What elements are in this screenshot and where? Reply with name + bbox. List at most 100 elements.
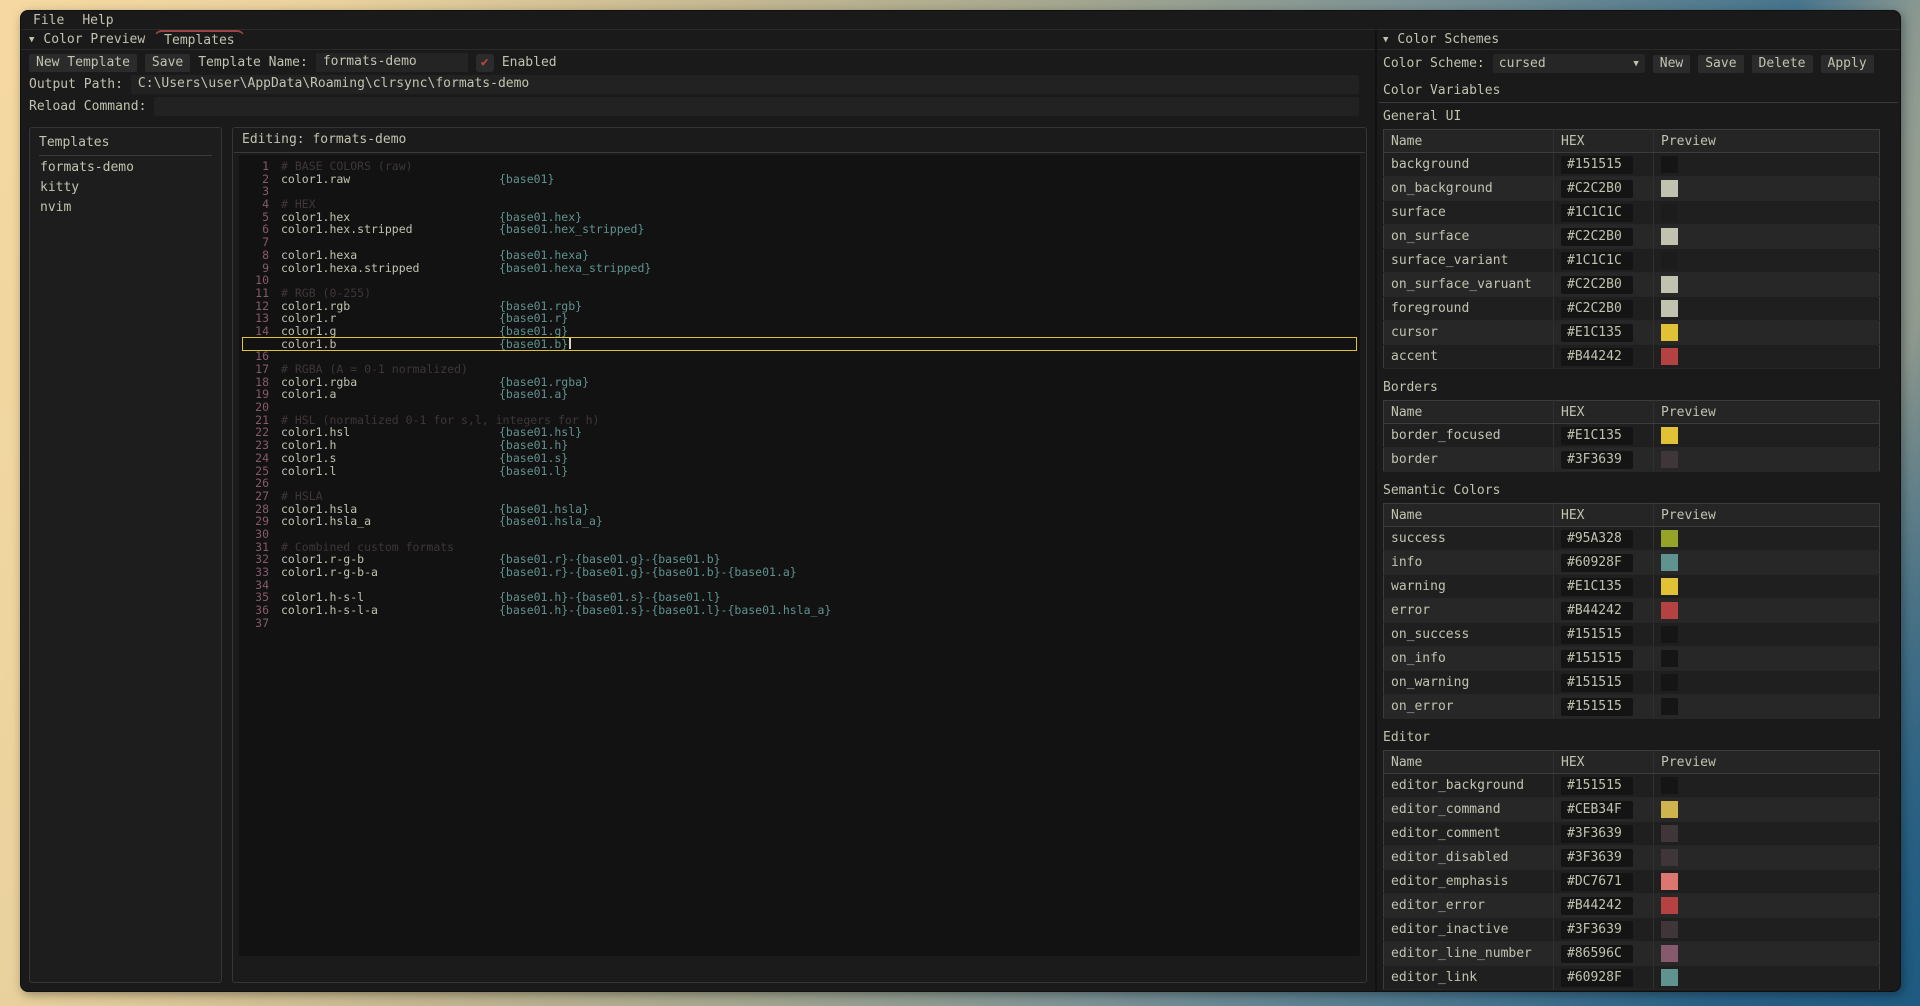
code-line[interactable]: 36color1.h-s-l-a{base01.h}-{base01.s}-{b… <box>243 604 1356 617</box>
hex-input[interactable]: #E1C135 <box>1561 324 1633 342</box>
code-line[interactable]: 9color1.hexa.stripped{base01.hexa_stripp… <box>243 262 1356 275</box>
hex-input[interactable]: #3F3639 <box>1561 451 1633 469</box>
color-swatch[interactable] <box>1661 849 1678 866</box>
code-line[interactable]: 24color1.s{base01.s} <box>243 452 1356 465</box>
hex-input[interactable]: #60928F <box>1561 554 1633 572</box>
reload-command-input[interactable] <box>154 97 1359 116</box>
code-line[interactable]: 4# HEX <box>243 198 1356 211</box>
hex-input[interactable]: #1C1C1C <box>1561 252 1633 270</box>
enabled-checkbox[interactable]: ✔ <box>476 54 494 72</box>
color-swatch[interactable] <box>1661 228 1678 245</box>
color-swatch[interactable] <box>1661 897 1678 914</box>
code-line[interactable]: 33color1.r-g-b-a{base01.r}-{base01.g}-{b… <box>243 566 1356 579</box>
new-template-button[interactable]: New Template <box>29 54 137 72</box>
code-line[interactable]: 3 <box>243 185 1356 198</box>
code-line[interactable]: 26 <box>243 477 1356 490</box>
code-line[interactable]: 17# RGBA (A = 0-1 normalized) <box>243 363 1356 376</box>
hex-input[interactable]: #E1C135 <box>1561 578 1633 596</box>
color-swatch[interactable] <box>1661 578 1678 595</box>
code-line[interactable]: 28color1.hsla{base01.hsla} <box>243 503 1356 516</box>
template-list-item[interactable]: kitty <box>39 176 212 196</box>
color-swatch[interactable] <box>1661 602 1678 619</box>
color-swatch[interactable] <box>1661 324 1678 341</box>
code-line[interactable]: 8color1.hexa{base01.hexa} <box>243 249 1356 262</box>
template-code-editor[interactable]: 1# BASE COLORS (raw)2color1.raw{base01}3… <box>239 155 1360 956</box>
hex-input[interactable]: #CEB34F <box>1561 801 1633 819</box>
color-swatch[interactable] <box>1661 276 1678 293</box>
code-line[interactable]: 10 <box>243 274 1356 287</box>
color-swatch[interactable] <box>1661 825 1678 842</box>
code-line[interactable]: 12color1.rgb{base01.rgb} <box>243 300 1356 313</box>
scheme-apply-button[interactable]: Apply <box>1821 55 1874 73</box>
menu-file[interactable]: File <box>33 13 64 28</box>
scheme-delete-button[interactable]: Delete <box>1752 55 1813 73</box>
color-swatch[interactable] <box>1661 698 1678 715</box>
code-line[interactable]: 19color1.a{base01.a} <box>243 388 1356 401</box>
color-swatch[interactable] <box>1661 674 1678 691</box>
color-swatch[interactable] <box>1661 554 1678 571</box>
scheme-new-button[interactable]: New <box>1653 55 1690 73</box>
code-line[interactable]: 32color1.r-g-b{base01.r}-{base01.g}-{bas… <box>243 553 1356 566</box>
color-swatch[interactable] <box>1661 348 1678 365</box>
color-swatch[interactable] <box>1661 204 1678 221</box>
code-line[interactable]: 1# BASE COLORS (raw) <box>243 160 1356 173</box>
code-line[interactable]: 30 <box>243 528 1356 541</box>
code-line[interactable]: 11# RGB (0-255) <box>243 287 1356 300</box>
hex-input[interactable]: #3F3639 <box>1561 849 1633 867</box>
hex-input[interactable]: #151515 <box>1561 650 1633 668</box>
template-name-input[interactable]: formats-demo <box>316 53 468 72</box>
code-line[interactable]: 31# Combined custom formats <box>243 541 1356 554</box>
code-line[interactable]: color1.b{base01.b} <box>243 338 1356 351</box>
color-swatch[interactable] <box>1661 427 1678 444</box>
color-swatch[interactable] <box>1661 300 1678 317</box>
save-template-button[interactable]: Save <box>145 54 190 72</box>
output-path-input[interactable]: C:\Users\user\AppData\Roaming\clrsync\fo… <box>131 75 1359 94</box>
hex-input[interactable]: #151515 <box>1561 156 1633 174</box>
code-line[interactable]: 14color1.g{base01.g} <box>243 325 1356 338</box>
code-line[interactable]: 29color1.hsla_a{base01.hsla_a} <box>243 515 1356 528</box>
hex-input[interactable]: #C2C2B0 <box>1561 300 1633 318</box>
hex-input[interactable]: #95A328 <box>1561 530 1633 548</box>
menu-help[interactable]: Help <box>82 13 113 28</box>
color-swatch[interactable] <box>1661 921 1678 938</box>
color-swatch[interactable] <box>1661 873 1678 890</box>
template-list-item[interactable]: nvim <box>39 196 212 216</box>
template-list-item[interactable]: formats-demo <box>39 156 212 176</box>
code-line[interactable]: 22color1.hsl{base01.hsl} <box>243 426 1356 439</box>
code-line[interactable]: 7 <box>243 236 1356 249</box>
code-line[interactable]: 37 <box>243 617 1356 630</box>
color-swatch[interactable] <box>1661 969 1678 986</box>
hex-input[interactable]: #86596C <box>1561 945 1633 963</box>
code-line[interactable]: 23color1.h{base01.h} <box>243 439 1356 452</box>
hex-input[interactable]: #60928F <box>1561 969 1633 987</box>
code-line[interactable]: 25color1.l{base01.l} <box>243 465 1356 478</box>
hex-input[interactable]: #B44242 <box>1561 897 1633 915</box>
color-swatch[interactable] <box>1661 650 1678 667</box>
hex-input[interactable]: #3F3639 <box>1561 921 1633 939</box>
color-swatch[interactable] <box>1661 801 1678 818</box>
code-line[interactable]: 34 <box>243 579 1356 592</box>
color-swatch[interactable] <box>1661 156 1678 173</box>
code-line[interactable]: 13color1.r{base01.r} <box>243 312 1356 325</box>
color-swatch[interactable] <box>1661 451 1678 468</box>
color-swatch[interactable] <box>1661 180 1678 197</box>
hex-input[interactable]: #1C1C1C <box>1561 204 1633 222</box>
code-line[interactable]: 20 <box>243 401 1356 414</box>
hex-input[interactable]: #E1C135 <box>1561 427 1633 445</box>
hex-input[interactable]: #151515 <box>1561 626 1633 644</box>
hex-input[interactable]: #C2C2B0 <box>1561 228 1633 246</box>
color-swatch[interactable] <box>1661 530 1678 547</box>
hex-input[interactable]: #B44242 <box>1561 602 1633 620</box>
code-line[interactable]: 2color1.raw{base01} <box>243 173 1356 186</box>
color-swatch[interactable] <box>1661 945 1678 962</box>
collapse-arrow-icon[interactable]: ▼ <box>29 35 34 45</box>
hex-input[interactable]: #3F3639 <box>1561 825 1633 843</box>
color-swatch[interactable] <box>1661 777 1678 794</box>
code-line[interactable]: 21# HSL (normalized 0-1 for s,l, integer… <box>243 414 1356 427</box>
hex-input[interactable]: #151515 <box>1561 698 1633 716</box>
tab-templates[interactable]: Templates <box>154 30 244 51</box>
code-line[interactable]: 27# HSLA <box>243 490 1356 503</box>
code-line[interactable]: 18color1.rgba{base01.rgba} <box>243 376 1356 389</box>
color-swatch[interactable] <box>1661 626 1678 643</box>
hex-input[interactable]: #DC7671 <box>1561 873 1633 891</box>
